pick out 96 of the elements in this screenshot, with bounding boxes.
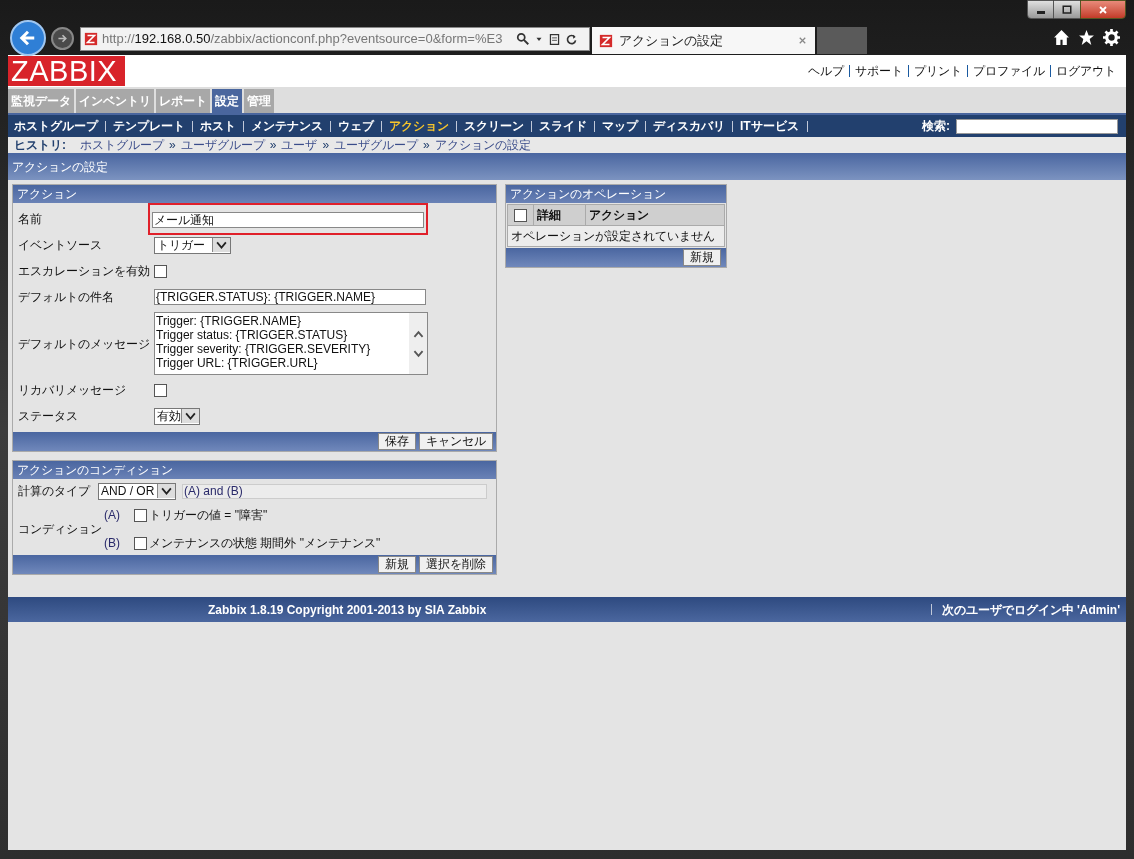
select-field[interactable]: トリガー (154, 236, 231, 254)
condition-label: (B) (104, 535, 121, 552)
checkbox[interactable] (514, 208, 527, 222)
checkbox[interactable] (154, 383, 167, 397)
page-title: アクションの設定 (12, 158, 108, 176)
field-label: イベントソース (18, 237, 103, 254)
page-icon[interactable] (548, 32, 561, 46)
site-icon (84, 32, 98, 46)
field-label: コンディション (18, 521, 103, 538)
field-label: デフォルトの件名 (18, 289, 115, 306)
button[interactable]: キャンセル (419, 433, 493, 450)
select-field[interactable]: 有効 (154, 407, 200, 425)
maximize-button[interactable] (1054, 0, 1080, 19)
nav-link[interactable]: ホストグループ (14, 117, 98, 135)
header-link[interactable]: サポート (855, 62, 903, 80)
back-button[interactable] (10, 20, 46, 56)
field-label: ステータス (18, 408, 79, 425)
text-field[interactable]: メール通知 (152, 212, 424, 228)
url-text: http://192.168.0.50/zabbix/actionconf.php?eventsource=0&form=%E3 (102, 30, 504, 49)
history-link[interactable]: アクションの設定 (434, 136, 531, 154)
panel-title: アクションのオペレーション (510, 186, 666, 203)
scrollbar[interactable] (409, 313, 427, 374)
history-link[interactable]: ユーザグループ (180, 136, 265, 154)
close-icon[interactable] (797, 35, 808, 46)
history-link[interactable]: ユーザグループ (334, 136, 419, 154)
nav-link[interactable]: ITサービス (740, 117, 799, 135)
header-link[interactable]: ログアウト (1056, 62, 1116, 80)
message-text: Trigger: {TRIGGER.NAME} Trigger status: {TRIGGER.STATUS} Trigger severity: {TRIGGER.SEVERITY} Trigger URL: {TRIGGER.URL} (155, 313, 372, 372)
tab-title: アクションの設定 (619, 31, 724, 50)
empty-message: オペレーションが設定されていません (510, 228, 716, 245)
nav-link[interactable]: スライド (539, 117, 587, 135)
nav-link[interactable]: ウェブ (338, 117, 374, 135)
panel-title: アクション (17, 186, 77, 203)
nav-link[interactable]: マップ (602, 117, 638, 135)
caret-icon (181, 409, 199, 423)
caret-icon (212, 238, 230, 252)
close-icon (1097, 3, 1109, 16)
history-link[interactable]: ユーザ (281, 136, 318, 154)
checkbox[interactable] (154, 264, 167, 278)
main-tab[interactable]: 設定 (212, 89, 242, 113)
login-status: 次のユーザでログイン中 'Admin' (941, 601, 1120, 619)
condition-label: (A) (104, 507, 121, 524)
site-icon (599, 33, 613, 48)
copyright-text: Zabbix 1.8.19 Copyright 2001-2013 by SIA Zabbix (208, 601, 487, 619)
nav-link[interactable]: メンテナンス (251, 117, 323, 135)
text-field[interactable]: {TRIGGER.STATUS}: {TRIGGER.NAME} (154, 289, 426, 305)
refresh-icon[interactable] (565, 32, 578, 46)
button[interactable]: 保存 (378, 433, 416, 450)
star-icon[interactable] (1078, 29, 1095, 46)
header-link[interactable]: プロファイル (973, 62, 1045, 80)
home-icon[interactable] (1053, 29, 1070, 46)
search-icon[interactable] (516, 32, 530, 46)
formula-field: (A) and (B) (182, 483, 487, 499)
minimize-icon (1036, 11, 1045, 14)
field-label: 計算のタイプ (18, 483, 92, 500)
nav-link[interactable]: テンプレート (113, 117, 185, 135)
history-label: ヒストリ: (14, 137, 66, 154)
maximize-icon (1061, 3, 1073, 16)
button[interactable]: 新規 (378, 556, 416, 573)
forward-arrow-icon (56, 32, 69, 45)
checkbox[interactable] (134, 536, 147, 550)
zabbix-logo[interactable]: ZABBIX (8, 56, 125, 86)
column-header: アクション (588, 207, 650, 224)
field-label: リカバリメッセージ (18, 382, 127, 399)
search-label: 検索: (922, 118, 950, 135)
field-label: デフォルトのメッセージ (18, 335, 151, 353)
browser-tab[interactable]: アクションの設定 (592, 27, 815, 54)
condition-text: トリガーの値 = "障害" (149, 507, 268, 524)
condition-text: メンテナンスの状態 期間外 "メンテナンス" (149, 535, 381, 552)
panel-title: アクションのコンディション (17, 462, 173, 479)
forward-button[interactable] (51, 27, 74, 50)
separator-text: » (169, 137, 176, 154)
column-header: 詳細 (534, 205, 586, 225)
settings-icon[interactable] (1103, 29, 1120, 46)
message-field[interactable]: Trigger: {TRIGGER.NAME} Trigger status: {TRIGGER.STATUS} Trigger severity: {TRIGGER.SEVERITY} Trigger URL: {TRIGGER.URL} (154, 312, 428, 375)
nav-link[interactable]: アクション (389, 117, 449, 135)
separator-text: » (322, 137, 330, 154)
header-link[interactable]: ヘルプ (808, 62, 844, 80)
button[interactable]: 新規 (683, 249, 721, 266)
separator-text: » (423, 137, 430, 154)
minimize-button[interactable] (1027, 0, 1054, 19)
search-field[interactable] (956, 118, 1118, 134)
field-label: 名前 (18, 211, 43, 228)
select-field[interactable]: AND / OR (98, 482, 176, 500)
caret-icon (157, 484, 175, 498)
nav-link[interactable]: ホスト (200, 117, 236, 135)
nav-link[interactable]: ディスカバリ (653, 117, 725, 135)
history-link[interactable]: ホストグループ (80, 136, 164, 154)
field-label: エスカレーションを有効 (18, 263, 151, 280)
checkbox[interactable] (134, 508, 147, 522)
address-bar[interactable]: http://192.168.0.50/zabbix/actionconf.php?eventsource=0&form=%E3 (80, 27, 590, 51)
header-link[interactable]: プリント (914, 62, 962, 80)
separator-text: » (269, 137, 277, 154)
close-button[interactable] (1080, 0, 1126, 19)
button[interactable]: 選択を削除 (419, 556, 493, 573)
nav-link[interactable]: スクリーン (464, 117, 524, 135)
